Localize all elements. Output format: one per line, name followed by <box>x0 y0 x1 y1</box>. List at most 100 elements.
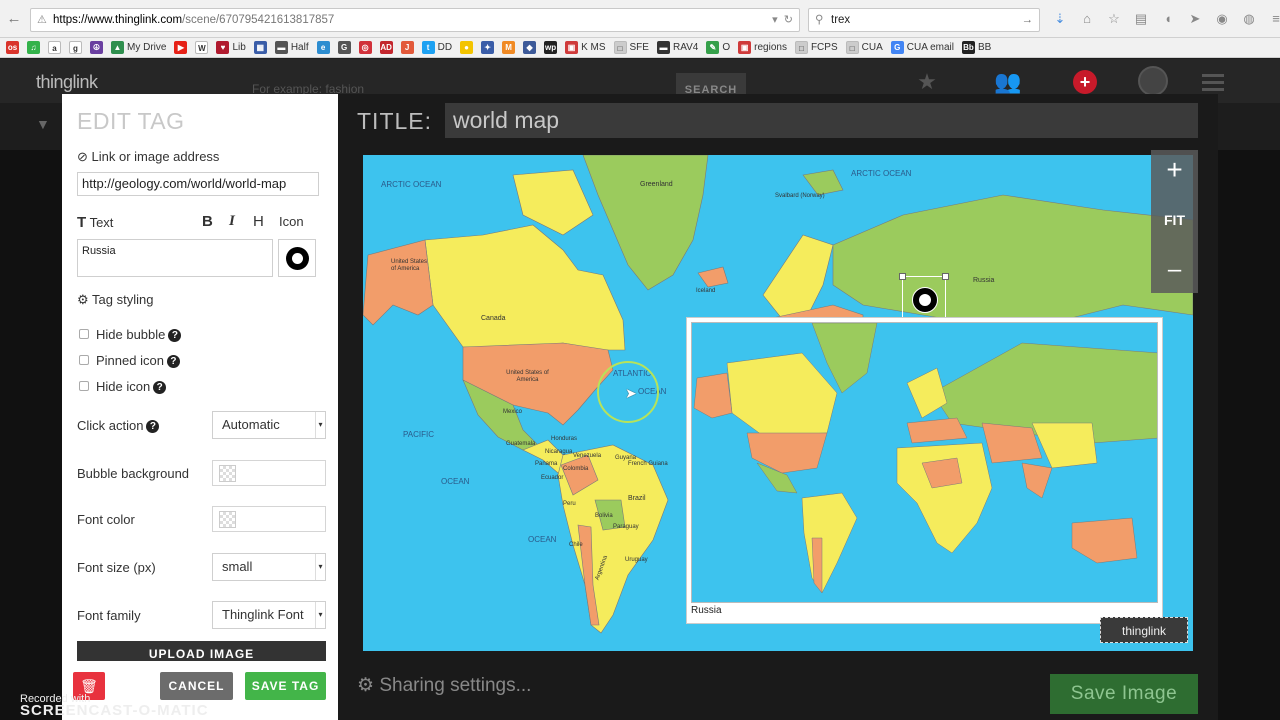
bookmark-item[interactable]: g <box>69 41 82 54</box>
go-arrow-icon[interactable]: → <box>1022 9 1034 31</box>
site-menu-icon[interactable] <box>1202 74 1224 95</box>
download-icon[interactable]: ⇣ <box>1052 10 1068 28</box>
bookmark-item[interactable]: ▣ regions <box>738 41 787 54</box>
hamburger-menu-icon[interactable]: ≡ <box>1268 10 1280 28</box>
sync-icon[interactable]: ◉ <box>1214 10 1230 28</box>
info-icon[interactable]: ⚠ <box>37 9 47 31</box>
save-tag-button[interactable]: SAVE TAG <box>245 672 326 700</box>
browser-search-input[interactable]: ⚲ trex → <box>808 8 1040 32</box>
bookmark-item[interactable]: G <box>337 41 351 54</box>
send-icon[interactable]: ➤ <box>1187 10 1203 28</box>
help-icon[interactable]: ? <box>153 381 167 394</box>
link-input[interactable]: http://geology.com/world/world-map <box>77 172 319 196</box>
home-icon[interactable]: ⌂ <box>1079 10 1095 28</box>
bookmark-item[interactable]: ✎ O <box>706 41 730 54</box>
url-bar[interactable]: ⚠ https://www.thinglink.com/scene/670795… <box>30 8 800 32</box>
bookmark-item[interactable]: ♫ <box>27 41 40 54</box>
bookmark-item[interactable]: ✦ <box>481 41 495 54</box>
bookmark-item[interactable]: ◎ <box>358 41 372 54</box>
click-action-select[interactable]: Automatic ▾ <box>212 411 326 439</box>
collapse-arrow-icon[interactable]: ▼ <box>36 116 50 132</box>
thinglink-badge[interactable]: thinglink <box>1100 617 1188 643</box>
url-host: https://www.thinglink.com <box>53 14 183 26</box>
help-icon[interactable]: ? <box>146 420 160 433</box>
bookmark-item[interactable]: wp <box>544 41 558 54</box>
font-color-picker[interactable] <box>212 506 326 532</box>
bookmark-item[interactable]: e <box>316 41 330 54</box>
bookmark-item[interactable]: J <box>400 41 414 54</box>
italic-button[interactable]: I <box>229 213 235 230</box>
bookmark-item[interactable]: ♥ Lib <box>216 41 246 54</box>
save-image-button[interactable]: Save Image <box>1050 674 1198 714</box>
bookmark-item[interactable]: t DD <box>421 41 452 54</box>
map-label-usa: United States of America <box>506 370 549 383</box>
zoom-out-button[interactable]: – <box>1151 256 1198 284</box>
chat-icon[interactable]: ◍ <box>1241 10 1257 28</box>
map-label-nicaragua: Nicaragua <box>545 449 573 455</box>
bookmark-item[interactable]: ▬ RAV4 <box>656 41 698 54</box>
map-label-colombia: Colombia <box>563 466 589 472</box>
map-label-alaska: United States of America <box>391 259 428 272</box>
pinned-icon-checkbox[interactable] <box>79 355 89 365</box>
bookmark-item[interactable]: AD <box>379 41 393 54</box>
hide-icon-checkbox[interactable] <box>79 381 89 391</box>
bookmark-item[interactable]: os <box>6 41 19 54</box>
help-icon[interactable]: ? <box>168 329 182 342</box>
resize-handle[interactable] <box>899 273 906 280</box>
bookmark-item[interactable]: ◆ <box>523 41 537 54</box>
wp-icon: wp <box>544 41 558 54</box>
bookmark-item[interactable]: W <box>195 41 209 54</box>
bookmark-item[interactable]: □ FCPS <box>794 41 838 54</box>
create-plus-icon[interactable]: + <box>1073 70 1097 94</box>
font-size-select[interactable]: small ▾ <box>212 553 326 581</box>
upload-image-button[interactable]: UPLOAD IMAGE <box>77 641 326 661</box>
bookmark-label: CUA <box>861 42 883 53</box>
bold-button[interactable]: B <box>202 213 213 230</box>
map-label-iceland: Iceland <box>696 288 716 294</box>
clipboard-icon[interactable]: ▤ <box>1133 10 1149 28</box>
tag-text-input[interactable]: Russia <box>77 239 273 277</box>
back-icon[interactable]: ← <box>4 9 24 29</box>
bookmark-item[interactable]: □ SFE <box>613 41 649 54</box>
tag-selection-box[interactable] <box>899 273 949 318</box>
browser-tool-icons: ⇣ ⌂ ☆ ▤ ◖ ➤ ◉ ◍ ≡ <box>1052 10 1280 30</box>
bookmark-star-icon[interactable]: ☆ <box>1106 10 1122 28</box>
bookmark-item[interactable]: ▦ <box>253 41 267 54</box>
sharing-settings-link[interactable]: ⚙ Sharing settings... <box>357 674 531 697</box>
bookmark-item[interactable]: ▬ Half <box>274 41 309 54</box>
icon-picker[interactable] <box>278 239 316 277</box>
map-label-pacific-ocean: OCEAN <box>441 477 470 486</box>
page-icon: □ <box>794 41 808 54</box>
bookmark-item[interactable]: ▲ My Drive <box>111 41 166 54</box>
heading-button[interactable]: H <box>253 213 264 230</box>
help-icon[interactable]: ? <box>166 355 180 368</box>
bookmark-item[interactable]: G CUA email <box>890 41 954 54</box>
fit-button[interactable]: FIT <box>1151 212 1198 228</box>
os-icon: os <box>6 41 19 54</box>
bookmark-item[interactable]: M <box>502 41 516 54</box>
star-icon[interactable]: ★ <box>913 68 941 96</box>
zoom-in-button[interactable]: + <box>1151 154 1198 186</box>
font-family-select[interactable]: Thinglink Font ▾ <box>212 601 326 629</box>
bookmark-item[interactable]: ▣ K MS <box>565 41 606 54</box>
bookmark-item[interactable]: ● <box>460 41 474 54</box>
bookmark-item[interactable]: ☮ <box>90 41 103 54</box>
spotify-icon: ♫ <box>27 41 40 54</box>
bookmark-item[interactable]: a <box>48 41 61 54</box>
bookmark-item[interactable]: ▶ <box>174 41 188 54</box>
bookmark-item[interactable]: □ CUA <box>845 41 883 54</box>
hide-bubble-checkbox[interactable] <box>79 329 89 339</box>
avatar[interactable] <box>1138 66 1168 96</box>
resize-handle[interactable] <box>942 273 949 280</box>
heart-icon: ♥ <box>216 41 230 54</box>
map-label-honduras: Honduras <box>551 436 578 442</box>
bubble-background-color-picker[interactable] <box>212 460 326 486</box>
reload-icon[interactable]: ▾ ↻ <box>772 9 793 31</box>
bookmark-item[interactable]: Bb BB <box>962 41 991 54</box>
font-family-label: Font family <box>77 608 141 623</box>
pocket-icon[interactable]: ◖ <box>1160 10 1176 28</box>
title-input[interactable]: world map <box>445 103 1198 138</box>
map-label-arctic-2: ARCTIC OCEAN <box>851 169 912 178</box>
thinglink-logo[interactable]: thinglink <box>36 72 98 93</box>
people-icon[interactable]: 👥 <box>994 68 1022 96</box>
